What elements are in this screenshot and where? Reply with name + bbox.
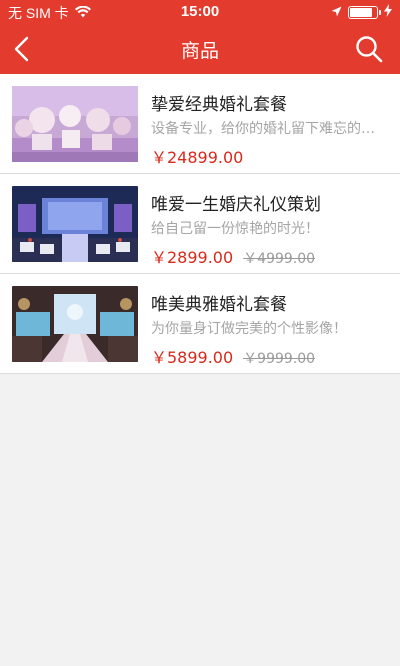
product-description: 为你量身订做完美的个性影像！ (151, 321, 347, 337)
product-image-venue (12, 86, 138, 162)
product-image-aisle (12, 286, 138, 362)
product-item[interactable]: 唯爱一生婚庆礼仪策划 给自己留一份惊艳的时光！ ￥2899.00 ￥4999.0… (0, 174, 400, 274)
product-price: ￥5899.00 (151, 348, 234, 367)
original-price: ￥4999.00 (243, 251, 316, 267)
battery-icon (348, 5, 381, 19)
search-icon (356, 36, 383, 63)
product-description: 设备专业，给你的婚礼留下难忘的回忆 (151, 121, 386, 137)
nav-bar: 商品 (0, 24, 400, 74)
product-price: ￥2899.00 (151, 248, 234, 267)
price-row: ￥24899.00 (151, 144, 243, 168)
price-row: ￥2899.00 ￥4999.00 (151, 244, 315, 268)
product-price: ￥24899.00 (151, 148, 244, 167)
price-row: ￥5899.00 ￥9999.00 (151, 344, 315, 368)
product-item[interactable]: 唯美典雅婚礼套餐 为你量身订做完美的个性影像！ ￥5899.00 ￥9999.0… (0, 274, 400, 374)
product-title: 挚爱经典婚礼套餐 (151, 95, 287, 115)
product-list: 挚爱经典婚礼套餐 设备专业，给你的婚礼留下难忘的回忆 ￥24899.00 唯爱一… (0, 74, 400, 374)
status-bar: 无 SIM 卡 15:00 (0, 0, 400, 24)
status-right (331, 4, 392, 20)
battery-level-fill (350, 7, 373, 17)
product-item[interactable]: 挚爱经典婚礼套餐 设备专业，给你的婚礼留下难忘的回忆 ￥24899.00 (0, 74, 400, 174)
charging-bolt-icon (384, 4, 392, 20)
wedding-venue-photo (12, 86, 138, 162)
wedding-stage-photo (12, 186, 138, 262)
product-title: 唯美典雅婚礼套餐 (151, 295, 287, 315)
product-image-stage (12, 186, 138, 262)
original-price: ￥9999.00 (243, 351, 316, 367)
product-description: 给自己留一份惊艳的时光！ (151, 221, 319, 237)
location-arrow-icon (331, 4, 342, 20)
page-title: 商品 (180, 40, 219, 62)
product-title: 唯爱一生婚庆礼仪策划 (151, 195, 321, 215)
wedding-aisle-photo (12, 286, 138, 362)
search-button[interactable] (354, 34, 384, 64)
